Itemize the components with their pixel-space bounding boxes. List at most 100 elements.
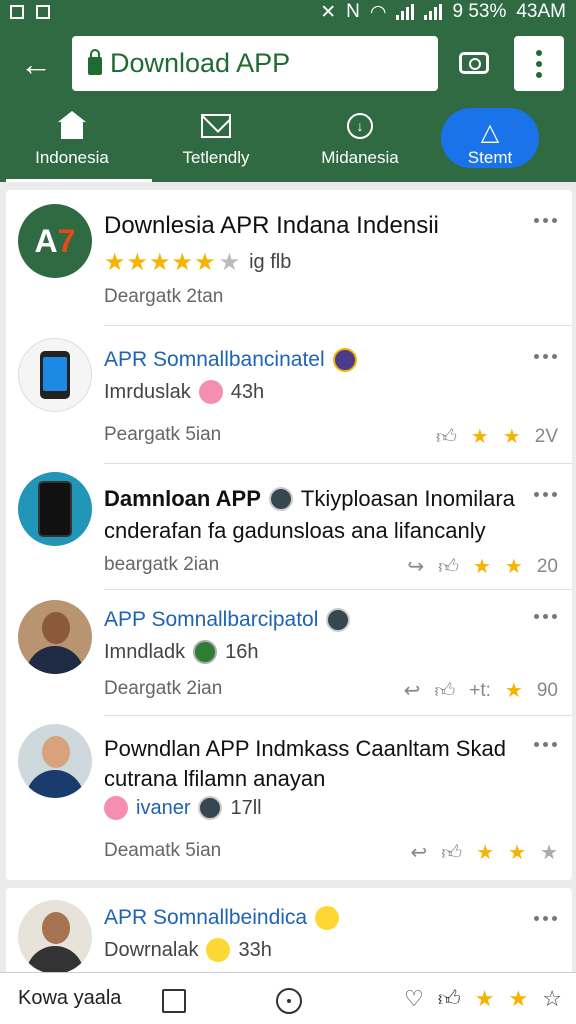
tab-midanesia[interactable]: ↓ Midanesia xyxy=(288,104,432,182)
item-meta: beargatk 2ian xyxy=(104,554,220,575)
star-icon[interactable]: ★ xyxy=(508,840,526,865)
url-field[interactable]: Download APP xyxy=(72,36,438,91)
more-options-icon[interactable] xyxy=(534,492,558,506)
camera-icon xyxy=(459,52,489,74)
like-icon[interactable]: 👍︎ xyxy=(438,985,461,1012)
tab-indonesia[interactable]: Indonesia xyxy=(0,104,152,182)
rating-stars-icon: ★★★★★ ★ xyxy=(104,249,242,276)
star-icon[interactable]: ★ xyxy=(505,554,523,579)
like-icon[interactable]: 👍︎ xyxy=(441,841,462,865)
url-text: Download APP xyxy=(110,48,291,78)
action-count: 20 xyxy=(536,555,558,577)
user-mini-avatar xyxy=(268,487,293,511)
action-row: ↩ 👍︎ +t: ★ 90 xyxy=(404,678,558,703)
star-icon[interactable]: ★ xyxy=(476,840,494,865)
menu-dot xyxy=(536,49,542,56)
item-title: Powndlan APP Indmkass Caanltam Skad xyxy=(104,736,506,761)
item-sub: Dowrnalak xyxy=(104,938,199,961)
lock-icon xyxy=(88,48,102,75)
user-mini-avatar xyxy=(332,348,357,372)
user-mini-avatar xyxy=(104,796,128,820)
item-meta: Deargatk 2tan xyxy=(104,286,224,307)
item-meta: Deargatk 2ian xyxy=(104,678,223,699)
user-mini-avatar xyxy=(326,608,351,632)
emoji-icon xyxy=(198,380,223,404)
list-item[interactable]: Damnloan APP Tkiyploasan Inomilara cnder… xyxy=(6,464,572,590)
app-logo-avatar: A7 xyxy=(18,204,92,278)
tab-tetlendly[interactable]: Tetlendly xyxy=(144,104,288,182)
heart-icon[interactable]: ♡ xyxy=(404,986,424,1012)
menu-dot xyxy=(536,60,542,67)
signal-icon-2 xyxy=(424,4,443,20)
item-time: 16h xyxy=(225,640,259,663)
list-item[interactable]: Powndlan APP Indmkass Caanltam Skad cutr… xyxy=(6,716,572,880)
sub-row: ivaner 17ll xyxy=(104,796,262,820)
list-item[interactable]: APR Somnallbancinatel Imrduslak 43h Pear… xyxy=(6,326,572,464)
share-icon[interactable]: ↩ xyxy=(411,840,428,865)
share-icon[interactable]: ↩ xyxy=(404,678,421,703)
star-icon[interactable]: ★ xyxy=(475,986,495,1012)
star-icon[interactable]: ★ xyxy=(505,678,523,703)
notification-icon xyxy=(10,5,24,19)
app-bar: ← Download APP Indonesia Tetlendly ↓ Mid… xyxy=(0,24,576,182)
send-icon: △ xyxy=(480,118,500,146)
star-outline-icon[interactable]: ★ xyxy=(540,840,558,865)
like-icon[interactable]: 👍︎ xyxy=(438,555,459,579)
item-title: APR Somnallbancinatel xyxy=(104,348,325,371)
like-icon[interactable]: 👍︎ xyxy=(434,679,455,703)
like-icon[interactable]: 👍︎ xyxy=(436,425,457,449)
list-item[interactable]: APP Somnallbarcipatol Imndladk 16h Dearg… xyxy=(6,590,572,716)
signal-icon xyxy=(396,4,415,20)
more-options-icon[interactable] xyxy=(534,354,558,368)
star-icon[interactable]: ★ xyxy=(509,986,529,1012)
item-time: 43h xyxy=(230,380,265,403)
tab-stemt[interactable]: △ Stemt xyxy=(432,104,576,182)
camera-button[interactable] xyxy=(448,40,500,86)
share-icon[interactable]: ↪ xyxy=(407,554,424,579)
nfc-icon: N xyxy=(346,1,360,22)
action-count: 2V xyxy=(534,425,558,447)
status-bar: ✕ N ◠ 9 53% 43AM xyxy=(0,0,576,24)
item-title-rest: Tkiyploasan Inomilara xyxy=(300,486,515,511)
wifi-icon: ◠ xyxy=(369,1,387,23)
home-circle-icon[interactable] xyxy=(276,988,302,1014)
item-title-line2: cnderafan fa gadunsloas ana lifancanly xyxy=(104,518,486,543)
item-title-row: APP Somnallbarcipatol xyxy=(104,608,351,632)
mail-icon xyxy=(201,114,231,138)
action-row: 👍︎ ★ ★ 2V xyxy=(436,424,558,449)
user-mini-avatar xyxy=(198,796,223,820)
item-meta: Deamatk 5ian xyxy=(104,840,222,861)
person-avatar xyxy=(18,724,92,798)
list-item[interactable]: A7 Downlesia APR Indana Indensii ★★★★★ ★ … xyxy=(6,190,572,326)
item-title: Damnloan APP xyxy=(104,486,261,511)
tab-bar: Indonesia Tetlendly ↓ Midanesia △ Stemt xyxy=(0,104,576,182)
action-text: +t: xyxy=(469,679,491,701)
bottom-bar: Kowa yaala ♡ 👍︎ ★ ★ ☆ xyxy=(0,972,576,1024)
menu-dot xyxy=(536,71,542,78)
overflow-menu-button[interactable] xyxy=(514,36,564,91)
star-outline-icon[interactable]: ☆ xyxy=(542,986,562,1012)
more-options-icon[interactable] xyxy=(534,916,558,930)
bottom-label[interactable]: Kowa yaala xyxy=(18,987,121,1010)
home-icon xyxy=(58,111,86,139)
more-options-icon[interactable] xyxy=(534,218,558,232)
item-meta: Peargatk 5ian xyxy=(104,424,222,445)
sub-row: Imndladk 16h xyxy=(104,640,259,664)
square-icon[interactable] xyxy=(162,989,186,1013)
phone-hand-avatar xyxy=(18,472,92,546)
item-title-row: APR Somnallbancinatel xyxy=(104,348,357,372)
sub-row: Imrduslak 43h xyxy=(104,380,264,404)
star-icon[interactable]: ★ xyxy=(503,424,521,449)
tab-label: Indonesia xyxy=(35,148,109,167)
more-options-icon[interactable] xyxy=(534,742,558,756)
action-count: 90 xyxy=(536,679,558,701)
star-icon[interactable]: ★ xyxy=(471,424,489,449)
rating-text: ig f​lb xyxy=(249,251,292,273)
bottom-actions: ♡ 👍︎ ★ ★ ☆ xyxy=(404,985,562,1012)
back-arrow-icon[interactable]: ← xyxy=(16,44,56,84)
star-icon[interactable]: ★ xyxy=(473,554,491,579)
tab-label: Tetlendly xyxy=(182,148,250,167)
more-options-icon[interactable] xyxy=(534,614,558,628)
item-title-line2: cutrana lfilamn anayan xyxy=(104,766,326,791)
item-title: Downlesia APR Indana Indensii xyxy=(104,212,439,239)
